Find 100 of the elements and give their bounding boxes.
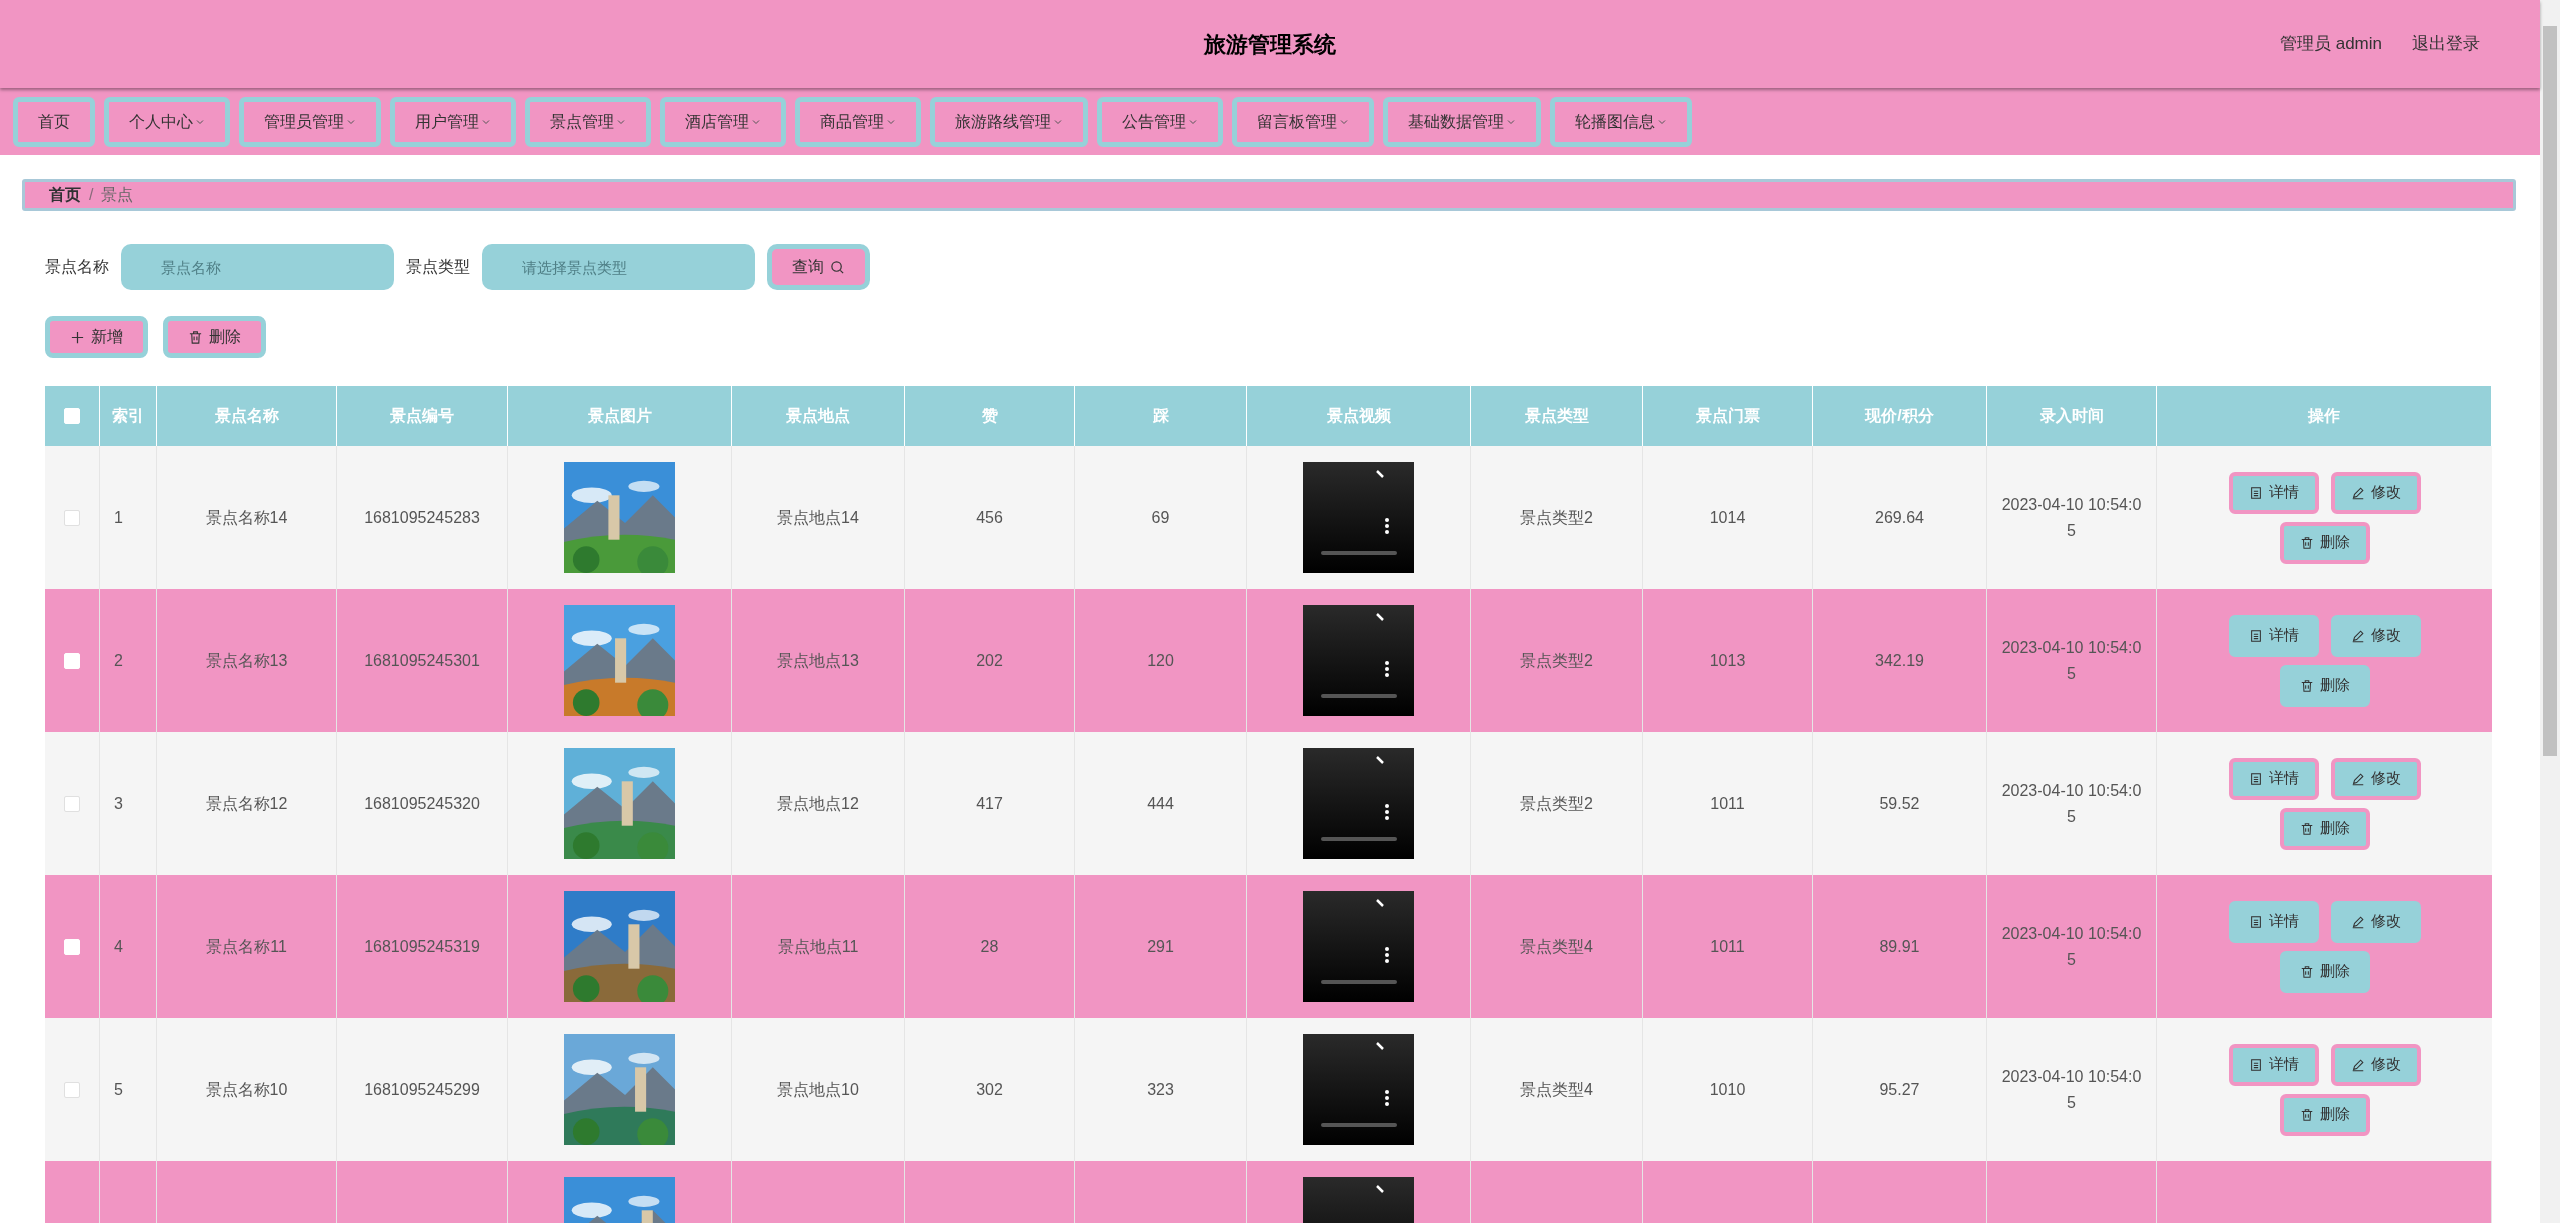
table-cell-text: 456	[976, 507, 1003, 528]
trash-icon	[2299, 1107, 2314, 1122]
scrollbar-thumb[interactable]	[2543, 26, 2557, 756]
table-cell-text: 59.52	[1879, 793, 1920, 814]
delete-button[interactable]: 删除	[163, 316, 266, 358]
video-player[interactable]	[1303, 605, 1414, 716]
table-cell-text: 1011	[1710, 793, 1745, 814]
plus-icon	[70, 329, 85, 345]
detail-button[interactable]: 详情	[2228, 1043, 2319, 1086]
detail-button[interactable]: 详情	[2228, 614, 2319, 657]
table-cell-text: 1014	[1709, 507, 1746, 528]
document-icon	[2248, 914, 2263, 929]
field-label: 景点类型	[406, 257, 470, 277]
table-cell-text: 291	[1147, 936, 1174, 957]
video-player[interactable]	[1303, 891, 1414, 1002]
table-cell-text: 1011	[1710, 936, 1745, 957]
table-cell-text: 景点类型2	[1520, 507, 1593, 528]
table-cell-text: 120	[1147, 650, 1174, 671]
search-button[interactable]: 查询	[767, 244, 870, 290]
video-player[interactable]	[1303, 748, 1414, 859]
nav-menu-item[interactable]: 轮播图信息	[1550, 96, 1692, 147]
nav-menu-item[interactable]: 首页	[13, 96, 95, 147]
table-cell-text: 95.27	[1879, 1079, 1920, 1100]
table-cell-text: 景点名称10	[205, 1079, 288, 1100]
table-cell-text: 2023-04-10 10:54:05	[2001, 923, 2142, 970]
nav-menu-item[interactable]: 景点管理	[525, 96, 651, 147]
table-cell-text: 景点名称11	[206, 936, 287, 957]
nav-menu-item[interactable]: 管理员管理	[239, 96, 381, 147]
delete-button[interactable]: 删除	[2279, 521, 2370, 564]
logout-link[interactable]: 退出登录	[2412, 31, 2480, 57]
user-label: 管理员 admin	[2279, 33, 2382, 56]
table-cell-text: 景点地点13	[777, 650, 859, 671]
table-cell-text: 2023-04-10 10:54:05	[2001, 1066, 2142, 1113]
table-cell-text: 景点名称12	[205, 793, 288, 814]
detail-button[interactable]: 详情	[2228, 900, 2319, 943]
field-label: 景点名称	[45, 257, 109, 277]
edit-button[interactable]: 修改	[2330, 900, 2421, 943]
table-cell-text: 景点地点11	[777, 936, 859, 957]
document-icon	[2248, 1057, 2263, 1072]
trash-icon	[2299, 964, 2314, 979]
table-cell-text: 89.91	[1879, 936, 1920, 957]
row-checkbox[interactable]	[64, 1081, 80, 1098]
edit-button[interactable]: 修改	[2330, 757, 2421, 800]
edit-button[interactable]: 修改	[2330, 614, 2421, 657]
table-cell-text: 269.64	[1875, 507, 1924, 528]
pencil-icon	[2350, 771, 2365, 786]
table-cell-text: 1013	[1709, 650, 1746, 671]
video-player[interactable]	[1303, 462, 1414, 573]
nav-menu-item[interactable]: 留言板管理	[1232, 96, 1374, 147]
delete-button[interactable]: 删除	[2279, 807, 2370, 850]
table-cell-text: 景点类型2	[1520, 650, 1593, 671]
table-cell-text: 2	[114, 650, 123, 671]
document-icon	[2248, 628, 2263, 643]
table-cell-text: 1681095245319	[364, 936, 480, 957]
table-cell-text: 1681095245301	[364, 650, 480, 671]
nav-menu-item[interactable]: 商品管理	[795, 96, 921, 147]
column-header: 索引	[112, 406, 144, 426]
search-field[interactable]: 景点名称	[121, 244, 394, 290]
table-cell-text: 28	[980, 936, 999, 957]
table-cell-text: 2023-04-10 10:54:05	[2001, 637, 2142, 684]
row-checkbox[interactable]	[64, 509, 80, 526]
detail-button[interactable]: 详情	[2228, 471, 2319, 514]
table-cell-text: 景点名称14	[205, 507, 288, 528]
table-cell-text: 69	[1151, 507, 1170, 528]
nav-menu-item[interactable]: 个人中心	[104, 96, 230, 147]
nav-menu-item[interactable]: 旅游路线管理	[930, 96, 1088, 147]
nav-menu-item[interactable]: 基础数据管理	[1383, 96, 1541, 147]
pencil-icon	[2350, 628, 2365, 643]
table-cell-text: 2023-04-10 10:54:05	[2001, 494, 2142, 541]
trash-icon	[2299, 821, 2314, 836]
edit-button[interactable]: 修改	[2330, 471, 2421, 514]
table-cell-text: 1010	[1709, 1079, 1746, 1100]
table-cell-text: 342.19	[1875, 650, 1924, 671]
document-icon	[2248, 485, 2263, 500]
breadcrumb-link[interactable]: 首页	[49, 183, 81, 207]
edit-button[interactable]: 修改	[2330, 1043, 2421, 1086]
app-title: 旅游管理系统	[1204, 30, 1336, 59]
delete-button[interactable]: 删除	[2279, 950, 2370, 993]
video-player[interactable]	[1303, 1034, 1414, 1145]
pencil-icon	[2350, 485, 2365, 500]
pencil-icon	[2350, 1057, 2365, 1072]
table-cell-text: 景点地点14	[777, 507, 859, 528]
delete-button[interactable]: 删除	[2279, 664, 2370, 707]
detail-button[interactable]: 详情	[2228, 757, 2319, 800]
table-cell-text: 1	[114, 507, 123, 528]
table-cell-text: 景点地点12	[777, 793, 859, 814]
row-checkbox[interactable]	[64, 795, 80, 812]
table-cell-text: 417	[976, 793, 1003, 814]
nav-menu-item[interactable]: 用户管理	[390, 96, 516, 147]
search-field[interactable]: 请选择景点类型	[482, 244, 755, 290]
nav-menu-item[interactable]: 公告管理	[1097, 96, 1223, 147]
select-all-checkbox[interactable]	[64, 408, 80, 424]
add-button[interactable]: 新增	[45, 316, 148, 358]
table-cell-text: 5	[114, 1079, 123, 1100]
table-cell-text: 1681095245283	[364, 507, 480, 528]
table-cell-text: 1681095245299	[364, 1079, 480, 1100]
table-cell-text: 景点名称13	[205, 650, 288, 671]
delete-button[interactable]: 删除	[2279, 1093, 2370, 1136]
search-icon	[830, 259, 845, 275]
nav-menu-item[interactable]: 酒店管理	[660, 96, 786, 147]
